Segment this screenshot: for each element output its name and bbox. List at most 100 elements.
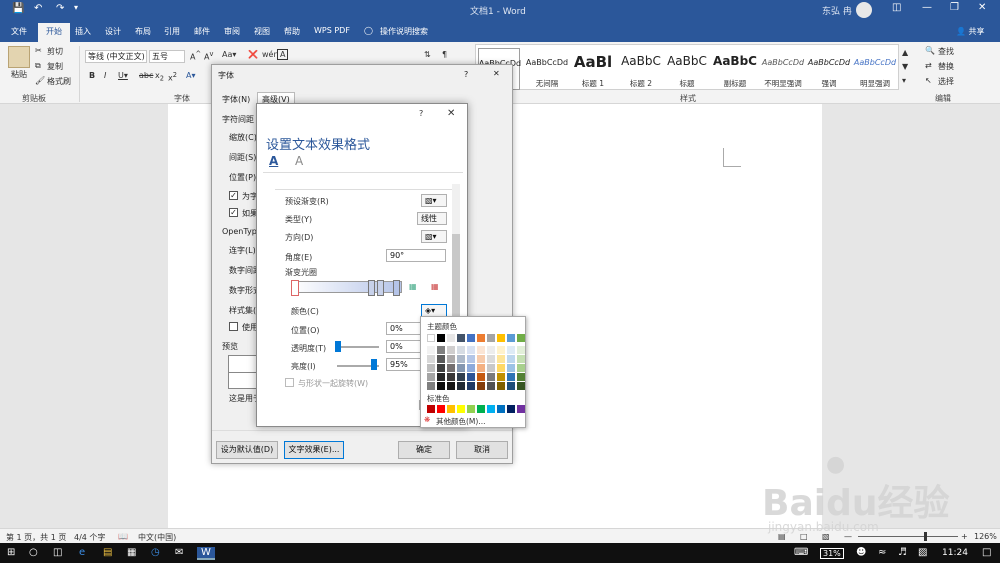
theme-color-swatch[interactable] — [437, 334, 445, 342]
theme-shade-swatch[interactable] — [457, 364, 465, 372]
format-painter-button[interactable]: 格式刷 — [47, 76, 71, 87]
theme-shade-swatch[interactable] — [497, 373, 505, 381]
snap-grid-checkbox[interactable]: ✓ — [229, 208, 238, 217]
theme-shade-swatch[interactable] — [507, 364, 515, 372]
notifications-icon[interactable]: □ — [982, 547, 991, 558]
direction-dropdown[interactable]: ▧▾ — [421, 230, 447, 243]
find-icon[interactable]: 🔍 — [925, 46, 935, 55]
ribbon-display-icon[interactable]: ◫ — [892, 2, 901, 13]
customize-qat-icon[interactable]: ▾ — [74, 3, 78, 12]
gradient-stops-bar[interactable] — [292, 281, 402, 293]
angle-input[interactable]: 90° — [386, 249, 446, 262]
tab-mailings[interactable]: 邮件 — [194, 26, 210, 37]
redo-icon[interactable]: ↷ — [56, 3, 64, 14]
theme-shade-swatch[interactable] — [487, 373, 495, 381]
help-icon[interactable]: ? — [419, 109, 423, 118]
theme-shade-swatch[interactable] — [497, 382, 505, 390]
format-painter-icon[interactable]: 🖌 — [35, 76, 45, 85]
minimize-icon[interactable]: — — [922, 2, 932, 13]
styles-scroll-up-icon[interactable]: ▲ — [902, 48, 908, 57]
word-count[interactable]: 4/4 个字 — [74, 532, 105, 543]
clear-format-icon[interactable]: ❌ — [248, 50, 258, 59]
grow-font-icon[interactable]: A^ — [190, 50, 201, 62]
strikethrough-icon[interactable]: abc — [139, 71, 153, 80]
wifi-icon[interactable]: ≈ — [878, 547, 886, 558]
close-icon[interactable]: ✕ — [493, 69, 500, 78]
theme-shade-swatch[interactable] — [427, 346, 435, 354]
theme-shade-swatch[interactable] — [517, 382, 525, 390]
tab-insert[interactable]: 插入 — [75, 26, 91, 37]
theme-shade-swatch[interactable] — [437, 373, 445, 381]
theme-shade-swatch[interactable] — [447, 364, 455, 372]
clock[interactable]: 11:24 — [942, 548, 968, 558]
theme-shade-swatch[interactable] — [427, 355, 435, 363]
italic-icon[interactable]: I — [104, 71, 106, 80]
theme-shade-swatch[interactable] — [507, 346, 515, 354]
windows-start-icon[interactable]: ⊞ — [7, 547, 15, 558]
cortana-icon[interactable]: ○ — [29, 547, 38, 558]
language[interactable]: 中文(中国) — [138, 532, 176, 543]
volume-icon[interactable]: ♬ — [898, 547, 907, 558]
tab-font[interactable]: 字体(N) — [222, 94, 250, 105]
set-default-button[interactable]: 设为默认值(D) — [216, 441, 278, 459]
theme-shade-swatch[interactable] — [487, 364, 495, 372]
theme-shade-swatch[interactable] — [517, 355, 525, 363]
gradient-stop-2[interactable] — [368, 280, 375, 296]
clock-app-icon[interactable]: ◷ — [151, 547, 160, 558]
file-explorer-icon[interactable]: ▤ — [103, 547, 112, 558]
theme-shade-swatch[interactable] — [467, 364, 475, 372]
standard-color-swatch[interactable] — [457, 405, 465, 413]
theme-shade-swatch[interactable] — [457, 355, 465, 363]
text-effects-icon[interactable]: A — [295, 154, 303, 168]
theme-shade-swatch[interactable] — [477, 364, 485, 372]
theme-shade-swatch[interactable] — [487, 346, 495, 354]
maximize-icon[interactable]: ❐ — [950, 2, 959, 13]
theme-shade-swatch[interactable] — [437, 355, 445, 363]
styles-more-icon[interactable]: ▾ — [902, 76, 906, 85]
change-case-icon[interactable]: Aa▾ — [222, 50, 236, 59]
theme-shade-swatch[interactable] — [477, 373, 485, 381]
tab-layout[interactable]: 布局 — [135, 26, 151, 37]
theme-shade-swatch[interactable] — [437, 364, 445, 372]
theme-color-swatch[interactable] — [507, 334, 515, 342]
transparency-input[interactable]: 0% — [386, 340, 422, 353]
theme-color-swatch[interactable] — [447, 334, 455, 342]
copy-icon[interactable]: ⧉ — [35, 61, 41, 71]
people-icon[interactable]: ☻ — [856, 547, 866, 558]
tab-design[interactable]: 设计 — [105, 26, 121, 37]
theme-shade-swatch[interactable] — [507, 382, 515, 390]
more-colors-item[interactable]: 其他颜色(M)... — [436, 416, 485, 427]
theme-shade-swatch[interactable] — [497, 364, 505, 372]
theme-shade-swatch[interactable] — [507, 355, 515, 363]
rotate-with-shape-checkbox[interactable] — [285, 378, 294, 387]
copy-button[interactable]: 复制 — [47, 61, 63, 72]
theme-shade-swatch[interactable] — [447, 382, 455, 390]
theme-shade-swatch[interactable] — [467, 373, 475, 381]
theme-shade-swatch[interactable] — [447, 373, 455, 381]
close-icon[interactable]: ✕ — [447, 108, 455, 119]
replace-icon[interactable]: ⇄ — [925, 61, 932, 70]
replace-button[interactable]: 替换 — [938, 61, 954, 72]
theme-shade-swatch[interactable] — [457, 382, 465, 390]
style-heading-1[interactable]: AaBl 标题 1 — [570, 48, 612, 90]
theme-color-swatch[interactable] — [427, 334, 435, 342]
theme-shade-swatch[interactable] — [477, 355, 485, 363]
font-size-combo[interactable]: 五号 — [149, 50, 185, 63]
type-dropdown[interactable]: 线性 — [417, 212, 447, 225]
theme-shade-swatch[interactable] — [437, 382, 445, 390]
style-no-spacing[interactable]: AaBbCcDd 无间隔 — [524, 48, 568, 90]
cancel-button[interactable]: 取消 — [456, 441, 508, 459]
standard-color-swatch[interactable] — [467, 405, 475, 413]
theme-shade-swatch[interactable] — [497, 346, 505, 354]
standard-color-swatch[interactable] — [477, 405, 485, 413]
standard-color-swatch[interactable] — [427, 405, 435, 413]
user-name[interactable]: 东弘 冉 — [822, 4, 852, 17]
shrink-font-icon[interactable]: Av — [204, 50, 213, 62]
transparency-slider-thumb[interactable] — [335, 341, 341, 352]
contextual-alternates-checkbox[interactable] — [229, 322, 238, 331]
help-icon[interactable]: ? — [464, 70, 468, 79]
text-effects-button[interactable]: 文字效果(E)... — [284, 441, 344, 459]
style-title[interactable]: AaBbC 标题 — [664, 48, 707, 90]
theme-color-swatch[interactable] — [467, 334, 475, 342]
subscript-icon[interactable]: x2 — [155, 71, 164, 83]
